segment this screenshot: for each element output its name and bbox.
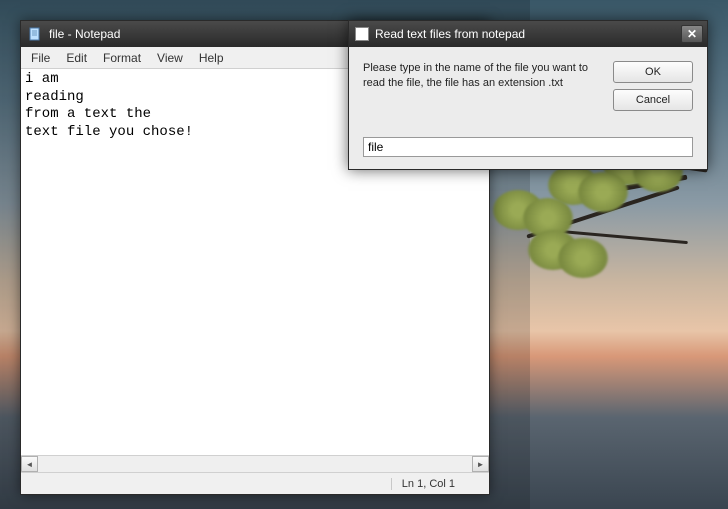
dialog-titlebar[interactable]: Read text files from notepad ✕ [349,21,707,47]
dialog-body: Please type in the name of the file you … [349,47,707,169]
cursor-position: Ln 1, Col 1 [391,478,485,490]
scroll-right-icon[interactable]: ► [472,456,489,472]
menu-file[interactable]: File [23,48,58,68]
menu-view[interactable]: View [149,48,191,68]
menu-edit[interactable]: Edit [58,48,95,68]
menu-help[interactable]: Help [191,48,232,68]
dialog-icon [355,27,369,41]
horizontal-scrollbar[interactable]: ◄ ► [21,455,489,472]
scrollbar-track[interactable] [38,456,472,472]
menu-format[interactable]: Format [95,48,149,68]
scroll-left-icon[interactable]: ◄ [21,456,38,472]
close-icon[interactable]: ✕ [681,25,703,43]
dialog-title: Read text files from notepad [375,27,675,41]
notepad-statusbar: Ln 1, Col 1 [21,472,489,494]
ok-button[interactable]: OK [613,61,693,83]
input-dialog: Read text files from notepad ✕ Please ty… [348,20,708,170]
notepad-title: file - Notepad [49,27,120,41]
notepad-icon [27,26,43,42]
cancel-button[interactable]: Cancel [613,89,693,111]
filename-input[interactable] [363,137,693,157]
dialog-message: Please type in the name of the file you … [363,61,603,111]
